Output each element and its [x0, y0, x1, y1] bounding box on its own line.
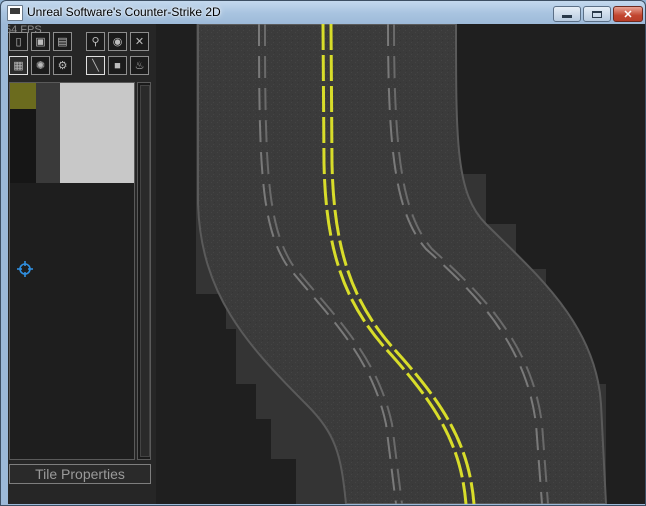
game-client-area: 54 FPS ▯ ▣ ▤ ⚲ ◉ ✕ ▦ ✺ ⚙ ╲ ■ ♨ Tile Prop…: [8, 24, 645, 504]
view-eye-icon: ◉: [112, 36, 123, 48]
fill-tool-icon: ♨: [134, 60, 145, 72]
pencil-tool-icon: ╲: [92, 60, 99, 72]
new-map-icon: ▯: [15, 36, 22, 48]
exit-icon: ✕: [134, 36, 145, 48]
maximize-button[interactable]: [583, 6, 611, 22]
tiles-mode-button[interactable]: ▦: [9, 56, 28, 75]
entities-mode-icon: ⚙: [57, 60, 68, 72]
tile-swatch[interactable]: [60, 83, 134, 183]
rectangle-tool-icon: ■: [114, 59, 121, 72]
load-map-button[interactable]: ▣: [31, 32, 50, 51]
editor-panel: 54 FPS ▯ ▣ ▤ ⚲ ◉ ✕ ▦ ✺ ⚙ ╲ ■ ♨ Tile Prop…: [8, 24, 156, 504]
pencil-tool-button[interactable]: ╲: [86, 56, 105, 75]
view-button[interactable]: ◉: [108, 32, 127, 51]
tile-swatch[interactable]: [36, 83, 60, 183]
rectangle-tool-button[interactable]: ■: [108, 56, 127, 75]
lights-mode-icon: ✺: [35, 60, 46, 72]
load-map-icon: ▣: [35, 36, 46, 48]
minimize-button[interactable]: [553, 6, 581, 22]
map-view[interactable]: [156, 24, 645, 504]
tiles-mode-icon: ▦: [13, 60, 24, 72]
minimize-icon: [562, 15, 572, 18]
maximize-icon: [592, 10, 602, 18]
exit-editor-button[interactable]: ✕: [130, 32, 149, 51]
link-button[interactable]: ⚲: [86, 32, 105, 51]
map-canvas[interactable]: [156, 24, 645, 504]
fill-tool-button[interactable]: ♨: [130, 56, 149, 75]
app-icon: [7, 5, 23, 21]
scrollbar-thumb[interactable]: [140, 85, 150, 457]
link-icon: ⚲: [91, 36, 100, 48]
tile-swatch[interactable]: [10, 83, 36, 109]
close-icon: ✕: [623, 8, 633, 21]
save-map-icon: ▤: [57, 36, 68, 48]
tile-properties-button[interactable]: Tile Properties: [9, 464, 151, 484]
entities-mode-button[interactable]: ⚙: [53, 56, 72, 75]
app-window: Unreal Software's Counter-Strike 2D ✕ 54…: [0, 0, 646, 506]
window-title: Unreal Software's Counter-Strike 2D: [27, 5, 221, 19]
lights-mode-button[interactable]: ✺: [31, 56, 50, 75]
close-button[interactable]: ✕: [613, 6, 643, 22]
new-map-button[interactable]: ▯: [9, 32, 28, 51]
save-map-button[interactable]: ▤: [53, 32, 72, 51]
tile-swatch[interactable]: [10, 109, 36, 183]
title-bar[interactable]: Unreal Software's Counter-Strike 2D ✕: [1, 1, 645, 25]
crosshair-cursor-icon: [17, 261, 33, 277]
tileset-scrollbar[interactable]: [137, 82, 151, 460]
